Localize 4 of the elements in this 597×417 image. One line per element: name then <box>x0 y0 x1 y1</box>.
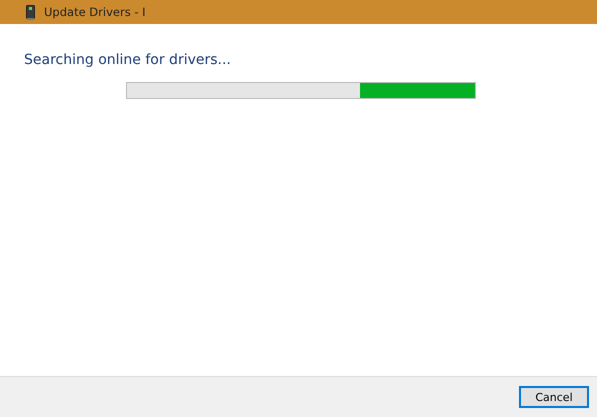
status-heading: Searching online for drivers... <box>24 52 232 68</box>
cancel-button[interactable]: Cancel <box>519 386 589 408</box>
device-icon <box>26 4 35 20</box>
window-title: Update Drivers - I <box>44 5 146 19</box>
